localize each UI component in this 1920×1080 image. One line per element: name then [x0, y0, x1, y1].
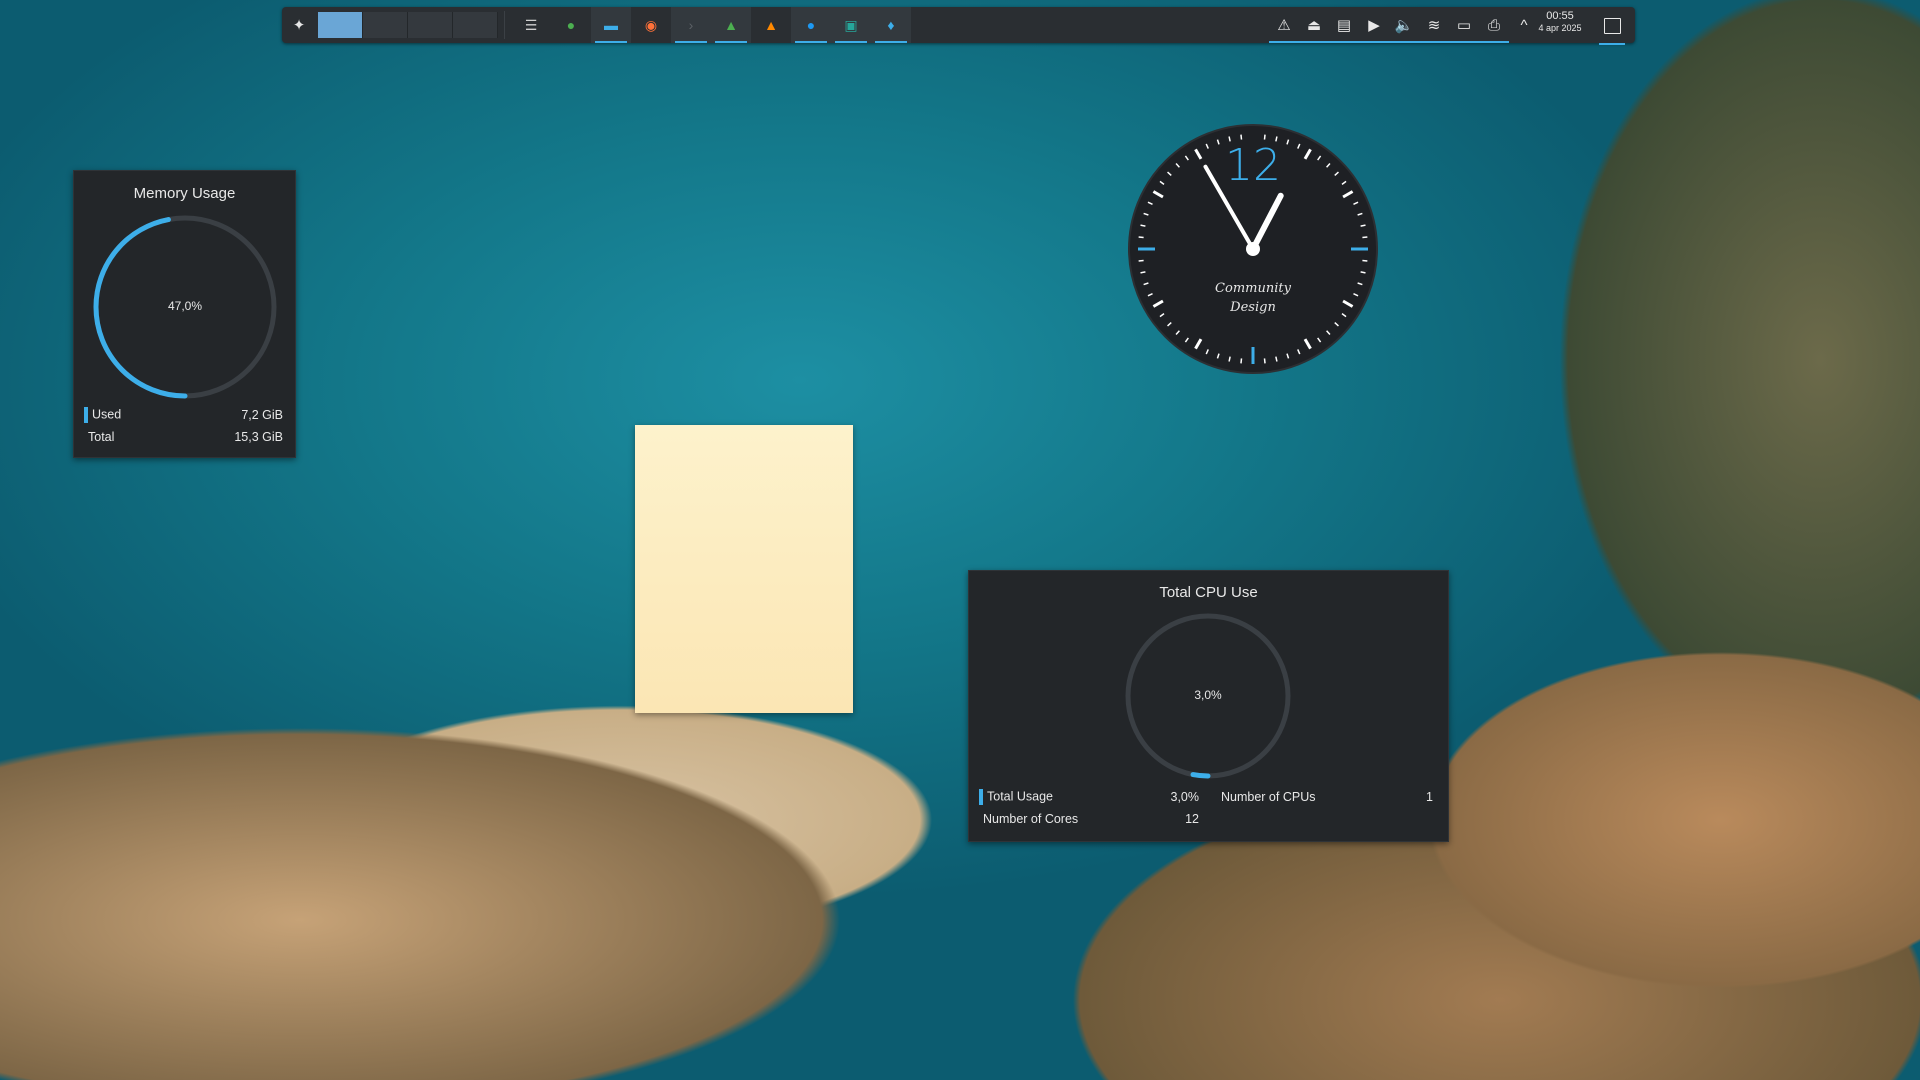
memory-usage-widget[interactable]: Memory Usage 47,0% Used 7,2 GiB Total 15…	[73, 170, 296, 458]
cpu-usage-widget[interactable]: Total CPU Use 3,0% Total Usage 3,0% Numb…	[968, 570, 1449, 842]
task-manager: ☰ ● ▬ ◉ › ▲ ▲ ● ▣ ♦	[511, 7, 911, 43]
cpu-cores-value: 12	[1185, 812, 1199, 826]
task-water-drop-app[interactable]: ♦	[871, 7, 911, 43]
clock-tick	[1263, 134, 1266, 140]
clock-tick	[1240, 358, 1243, 364]
task-vlc[interactable]: ▲	[751, 7, 791, 43]
tray-active-indicator	[1389, 41, 1419, 43]
task-file-manager[interactable]: ▬	[591, 7, 631, 43]
clock-tick	[1360, 271, 1366, 274]
sticky-note-widget[interactable]	[635, 425, 853, 713]
cpu-widget-title: Total CPU Use	[1159, 584, 1258, 601]
display-settings-icon[interactable]: ▭	[1449, 7, 1479, 43]
clock-numeral-12: 12	[1225, 140, 1281, 191]
file-manager-icon: ▬	[604, 17, 618, 33]
task-green-circle-app[interactable]: ●	[551, 7, 591, 43]
task-windows-list[interactable]: ☰	[511, 7, 551, 43]
cpu-cores-label: Number of Cores	[983, 812, 1079, 826]
clock-brand-line2: Design	[1229, 300, 1276, 315]
clock-tick	[1240, 134, 1243, 140]
clipboard-icon[interactable]: ▤	[1329, 7, 1359, 43]
windows-list-icon: ☰	[524, 16, 538, 33]
task-system-monitor[interactable]: ▲	[711, 7, 751, 43]
cpu-total-usage-label: Total Usage	[987, 789, 1054, 804]
green-circle-app-icon: ●	[566, 17, 576, 33]
cpu-count-row: Number of CPUs 1	[1221, 786, 1433, 808]
memory-total-row: Total 15,3 GiB	[84, 426, 283, 448]
memory-used-value: 7,2 GiB	[241, 408, 283, 422]
tray-active-indicator	[1479, 41, 1509, 43]
wifi-icon[interactable]: ≋	[1419, 7, 1449, 43]
total-usage-color-marker	[979, 789, 983, 805]
memory-legend: Used 7,2 GiB Total 15,3 GiB	[84, 404, 283, 448]
clock-tick	[1138, 236, 1144, 239]
volume-icon[interactable]: 🔈	[1389, 7, 1419, 43]
clock-tick	[1138, 259, 1144, 262]
cpu-percent: 3,0%	[1194, 688, 1222, 702]
system-tray: ⚠ ⏏ ▤ ▶ 🔈 ≋ ▭ ⎙ ^	[1269, 7, 1539, 43]
water-drop-app-icon: ♦	[887, 17, 895, 33]
clock-tick	[1362, 259, 1368, 262]
panel-separator	[504, 11, 505, 39]
system-monitor-icon: ▲	[724, 17, 738, 33]
top-panel: ✦ ☰ ● ▬ ◉ › ▲ ▲ ● ▣ ♦ ⚠ ⏏ ▤ ▶ 🔈 ≋ ▭ ⎙ ^ 00:55 4 apr 2025	[282, 7, 1635, 45]
media-play-icon[interactable]: ▶	[1359, 7, 1389, 43]
clock-tick	[1360, 224, 1366, 227]
memory-total-label: Total	[88, 430, 115, 444]
clock-brand-line1: Community	[1215, 281, 1292, 296]
task-terminal[interactable]: ›	[671, 7, 711, 43]
memory-used-label: Used	[92, 407, 122, 422]
firefox-icon: ◉	[644, 16, 658, 33]
show-desktop-icon	[1603, 18, 1621, 34]
virtual-desktop-2[interactable]	[363, 12, 408, 38]
virtual-desktop-1[interactable]	[318, 12, 363, 38]
terminal-icon: ›	[688, 17, 694, 33]
blue-sphere-app-icon: ●	[806, 17, 816, 33]
clock-tick	[1140, 224, 1146, 227]
digital-clock[interactable]: 00:55 4 apr 2025	[1535, 10, 1585, 34]
vlc-icon: ▲	[764, 17, 778, 33]
used-color-marker	[84, 407, 88, 423]
tray-active-indicator	[1359, 41, 1389, 43]
task-screen-sharing[interactable]: ▣	[831, 7, 871, 43]
tray-active-indicator	[1269, 41, 1299, 43]
cpu-cores-row: Number of Cores 12	[979, 808, 1199, 830]
task-blue-sphere-app[interactable]: ●	[791, 7, 831, 43]
clock-tick	[1362, 236, 1368, 239]
clock-time: 00:55	[1546, 10, 1574, 22]
printer-icon[interactable]: ⎙	[1479, 7, 1509, 43]
clock-tick	[1228, 356, 1231, 362]
memory-total-value: 15,3 GiB	[234, 430, 283, 444]
tray-active-indicator	[1329, 41, 1359, 43]
cpu-total-usage-row: Total Usage 3,0%	[979, 786, 1199, 808]
application-launcher-icon[interactable]: ✦	[282, 7, 316, 43]
notification-bell-icon[interactable]: ⚠	[1269, 7, 1299, 43]
cpu-total-usage-value: 3,0%	[1170, 790, 1200, 804]
virtual-desktop-4[interactable]	[453, 12, 498, 38]
clock-date: 4 apr 2025	[1538, 23, 1582, 33]
clock-tick	[1275, 356, 1278, 362]
analog-clock-widget[interactable]: 12 Community Design	[1128, 124, 1378, 374]
tray-active-indicator	[1299, 41, 1329, 43]
clock-tick	[1263, 358, 1266, 364]
virtual-desktop-3[interactable]	[408, 12, 453, 38]
clock-center-pin	[1246, 242, 1260, 256]
cpu-legend: Total Usage 3,0% Number of Cores 12	[979, 786, 1199, 830]
virtual-desktop-pager	[318, 12, 498, 38]
memory-percent: 47,0%	[167, 299, 203, 313]
tray-active-indicator	[1449, 41, 1479, 43]
cpu-count-value: 1	[1426, 790, 1433, 804]
clock-tick	[1140, 271, 1146, 274]
memory-widget-title: Memory Usage	[133, 185, 236, 202]
cpu-count-label: Number of CPUs	[1221, 790, 1316, 804]
memory-used-row: Used 7,2 GiB	[84, 404, 283, 426]
tray-active-indicator	[1419, 41, 1449, 43]
screen-sharing-icon: ▣	[844, 16, 858, 33]
task-firefox[interactable]: ◉	[631, 7, 671, 43]
show-desktop-button[interactable]	[1599, 13, 1625, 45]
vpn-cone-icon[interactable]: ⏏	[1299, 7, 1329, 43]
cpu-legend-right: Number of CPUs 1	[1221, 786, 1433, 808]
